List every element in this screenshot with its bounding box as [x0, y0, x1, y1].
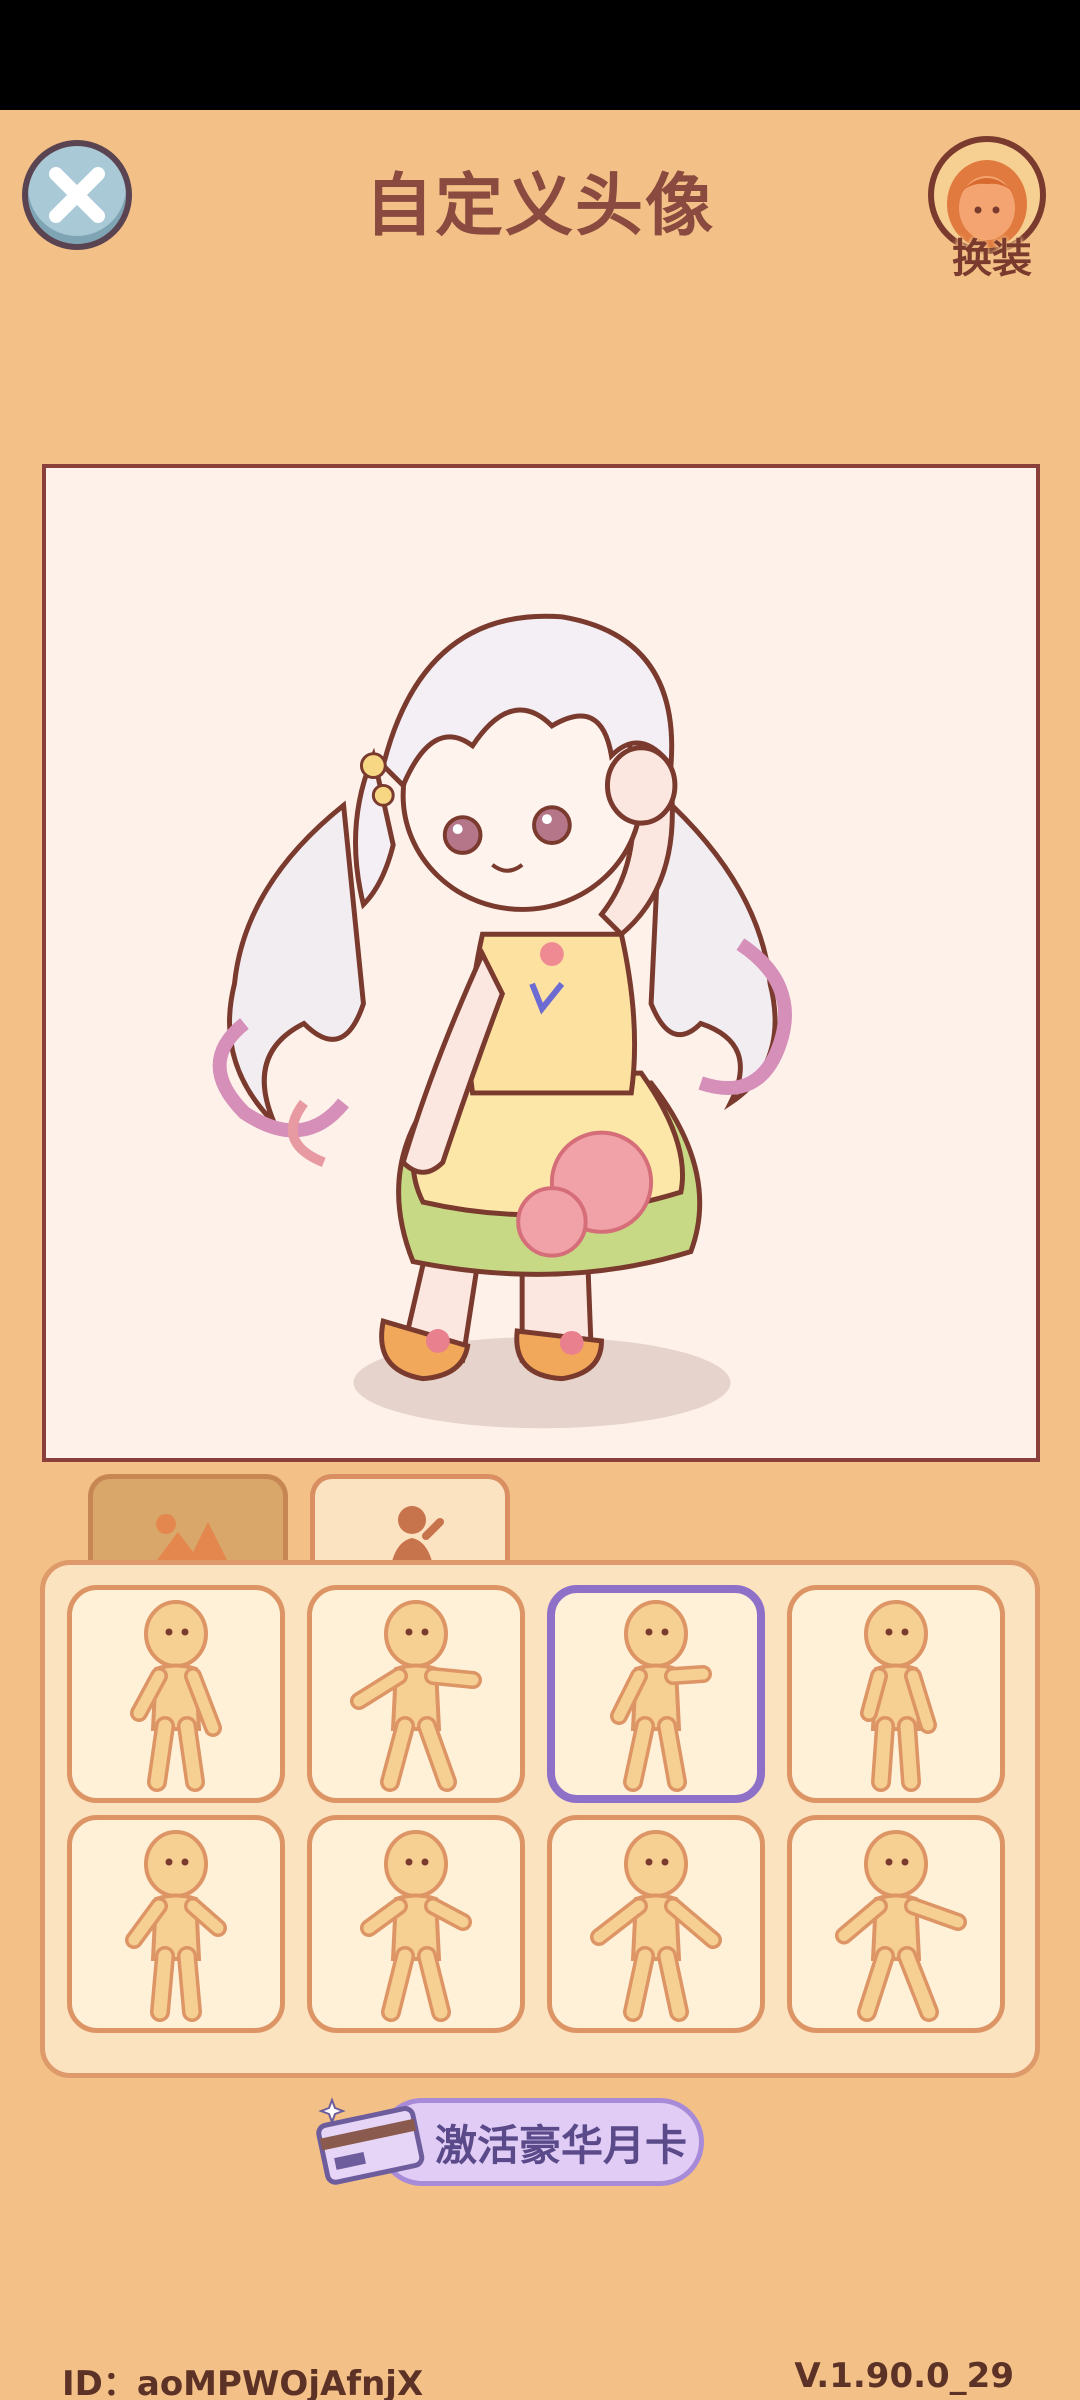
mannequin-icon [350, 1600, 482, 1792]
pose-option-1[interactable] [67, 1585, 285, 1803]
mannequin-icon [610, 1600, 712, 1792]
pose-option-4[interactable] [787, 1585, 1005, 1803]
dress-up-button[interactable]: 换装 [922, 132, 1062, 282]
pose-option-2[interactable] [307, 1585, 525, 1803]
mannequin-icon [835, 1830, 967, 2022]
mannequin-icon [130, 1600, 222, 1792]
tab-pose[interactable] [310, 1474, 510, 1572]
status-bar [0, 0, 1080, 110]
pose-option-8[interactable] [787, 1815, 1005, 2033]
card-icon [316, 2097, 425, 2185]
mannequin-icon [360, 1830, 472, 2022]
version-label: V.1.90.0_29 [794, 2356, 1014, 2396]
mannequin-icon [590, 1830, 722, 2022]
pose-option-5[interactable] [67, 1815, 285, 2033]
mannequin-icon [860, 1600, 937, 1792]
pose-option-6[interactable] [307, 1815, 525, 2033]
tab-background[interactable] [88, 1474, 288, 1572]
pose-option-7[interactable] [547, 1815, 765, 2033]
mannequin-icon [125, 1830, 227, 2022]
pose-panel [40, 1560, 1040, 2078]
dress-up-label: 换装 [952, 236, 1032, 282]
pose-option-3[interactable] [547, 1585, 765, 1803]
page-title: 自定义头像 [364, 167, 715, 246]
promo-label: 激活豪华月卡 [434, 2120, 687, 2170]
character-illustration [212, 613, 792, 1429]
avatar-preview [42, 464, 1040, 1462]
user-id: ID：aoMPWOjAfnjX [62, 2364, 424, 2400]
activate-monthly-card-button[interactable]: 激活豪华月卡 [316, 2094, 704, 2186]
